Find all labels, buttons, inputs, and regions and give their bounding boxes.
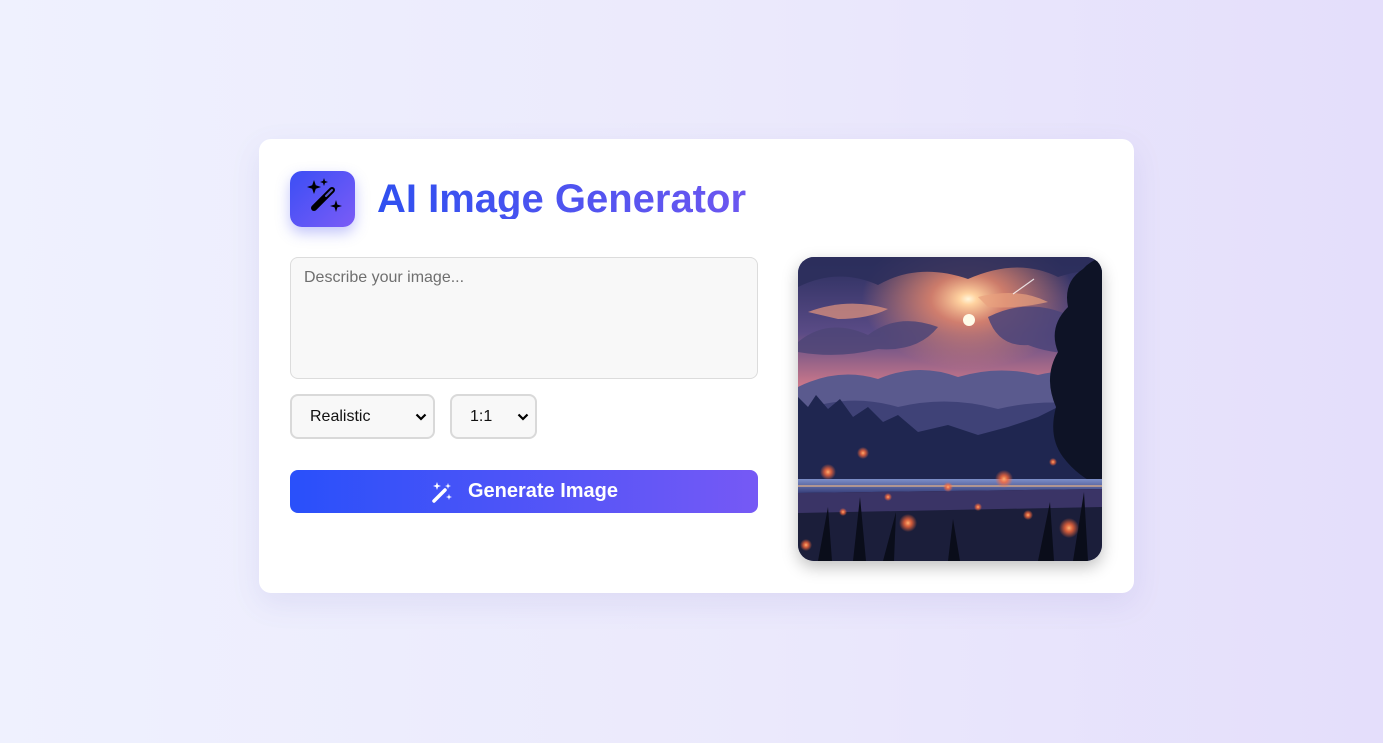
- magic-wand-icon: [430, 480, 454, 504]
- generator-card: AI Image Generator Realistic 1:1 Generat…: [259, 139, 1134, 593]
- prompt-input[interactable]: [290, 257, 758, 379]
- ratio-select-value: 1:1: [470, 407, 493, 425]
- chevron-down-icon: [415, 410, 427, 422]
- generated-image-preview: [798, 257, 1102, 561]
- page-title: AI Image Generator: [377, 177, 747, 221]
- generate-button[interactable]: Generate Image: [290, 470, 758, 513]
- logo: [290, 171, 355, 227]
- magic-wand-icon: [302, 176, 344, 223]
- generate-button-label: Generate Image: [467, 480, 619, 502]
- style-select[interactable]: Realistic: [290, 394, 435, 439]
- landscape-image: [798, 257, 1102, 561]
- ratio-select[interactable]: 1:1: [450, 394, 537, 439]
- chevron-down-icon: [517, 410, 529, 422]
- style-select-value: Realistic: [310, 407, 371, 425]
- header: AI Image Generator: [290, 171, 746, 227]
